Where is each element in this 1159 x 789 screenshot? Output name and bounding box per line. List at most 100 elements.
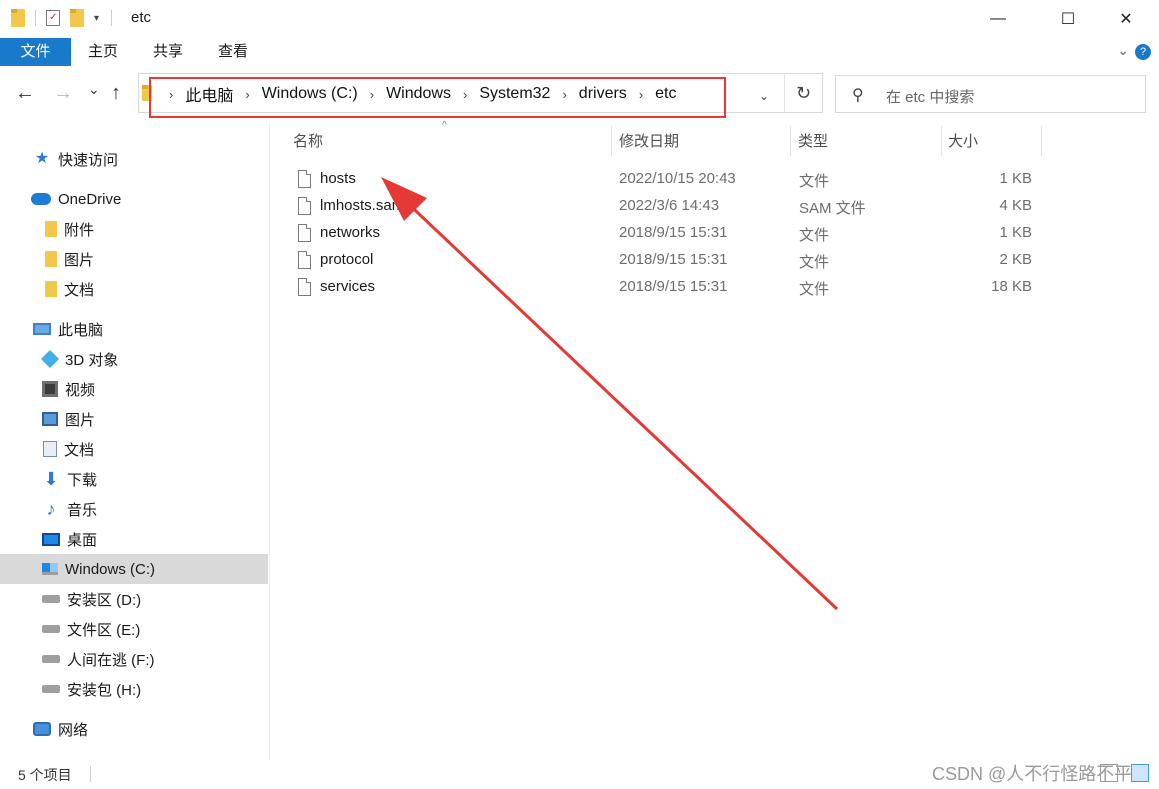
computer-icon	[33, 323, 51, 335]
sidebar-item-label: 网络	[58, 721, 89, 739]
column-header-type[interactable]: 类型	[798, 129, 828, 155]
minimize-button[interactable]: —	[975, 0, 1021, 38]
title-bar: ✓ ▾ etc — ☐ ✕	[0, 0, 1159, 38]
sidebar-item-drive-h[interactable]: 安装包 (H:)	[0, 674, 268, 704]
file-icon	[298, 170, 311, 188]
file-type: 文件	[799, 281, 830, 298]
star-icon: ★	[34, 150, 50, 167]
highlight-box	[149, 77, 726, 118]
sidebar-item-label: 3D 对象	[65, 351, 119, 369]
column-divider[interactable]	[790, 126, 791, 156]
column-header-size[interactable]: 大小	[948, 129, 978, 155]
sidebar-item-label: 视频	[65, 381, 96, 399]
sidebar-item-label: 文档	[64, 281, 95, 299]
column-header-name[interactable]: 名称	[293, 129, 323, 155]
file-list: ^ 名称 修改日期 类型 大小 hosts 2022/10/15 20:43 文…	[271, 120, 1159, 760]
recent-locations-button[interactable]: ⌄	[88, 81, 100, 98]
navigation-bar: ← → ⌄ ↑ › 此电脑 › Windows (C:) › Windows ›…	[0, 68, 1159, 122]
sidebar-item-label: 下载	[67, 471, 98, 489]
table-row[interactable]: lmhosts.sam 2022/3/6 14:43 SAM 文件 4 KB	[271, 193, 1159, 220]
close-button[interactable]: ✕	[1103, 0, 1149, 38]
file-icon	[298, 224, 311, 242]
network-icon	[33, 722, 51, 736]
sidebar-item-music[interactable]: ♪ 音乐	[0, 494, 268, 524]
column-divider[interactable]	[611, 126, 612, 156]
sidebar-item-this-pc[interactable]: 此电脑	[0, 314, 268, 344]
file-date: 2022/10/15 20:43	[619, 170, 736, 187]
sidebar-item-desktop[interactable]: 桌面	[0, 524, 268, 554]
drive-icon	[42, 625, 60, 633]
sidebar-item-drive-f[interactable]: 人间在逃 (F:)	[0, 644, 268, 674]
tab-file[interactable]: 文件	[0, 38, 71, 66]
up-button[interactable]: ↑	[111, 82, 121, 105]
sidebar-item-3d-objects[interactable]: 3D 对象	[0, 344, 268, 374]
sidebar-item-label: 图片	[64, 251, 95, 269]
file-date: 2022/3/6 14:43	[619, 197, 720, 214]
properties-icon[interactable]: ✓	[46, 10, 60, 26]
back-button[interactable]: ←	[15, 82, 35, 105]
ribbon-expand-icon[interactable]: ⌄	[1117, 42, 1129, 59]
sidebar-item-pictures[interactable]: 图片	[0, 404, 268, 434]
navigation-pane: ★ 快速访问 OneDrive 附件 图片 文档 此电脑 3D 对象 视频 图片…	[0, 122, 270, 760]
file-icon	[298, 278, 311, 296]
address-dropdown-icon[interactable]: ⌄	[759, 89, 769, 103]
file-name: lmhosts.sam	[320, 197, 405, 214]
search-input[interactable]: 在 etc 中搜索	[886, 86, 974, 107]
table-row[interactable]: services 2018/9/15 15:31 文件 18 KB	[271, 274, 1159, 301]
maximize-button[interactable]: ☐	[1045, 0, 1091, 38]
file-type: SAM 文件	[799, 200, 866, 217]
folder-icon	[11, 9, 25, 27]
separator	[35, 10, 36, 26]
sidebar-item-videos[interactable]: 视频	[0, 374, 268, 404]
sidebar-item-downloads[interactable]: ⬇ 下载	[0, 464, 268, 494]
sidebar-item-label: 安装包 (H:)	[67, 681, 142, 699]
item-count: 5 个项目	[18, 767, 72, 783]
help-icon[interactable]: ?	[1135, 44, 1151, 60]
ribbon-tabs: 文件 主页 共享 查看 ⌄ ?	[0, 38, 1159, 68]
new-folder-icon[interactable]	[70, 9, 84, 27]
video-icon	[42, 381, 58, 397]
column-divider[interactable]	[941, 126, 942, 156]
file-date: 2018/9/15 15:31	[619, 224, 728, 241]
file-name: services	[320, 278, 376, 295]
sidebar-item-label: 快速访问	[58, 151, 119, 169]
tab-view[interactable]: 查看	[210, 38, 256, 66]
file-type: 文件	[799, 227, 830, 244]
table-row[interactable]: networks 2018/9/15 15:31 文件 1 KB	[271, 220, 1159, 247]
file-size: 1 KB	[999, 224, 1032, 241]
separator	[111, 10, 113, 26]
file-name: protocol	[320, 251, 374, 268]
large-icons-view-icon[interactable]	[1131, 764, 1149, 782]
tab-home[interactable]: 主页	[80, 38, 126, 66]
sidebar-item-drive-e[interactable]: 文件区 (E:)	[0, 614, 268, 644]
column-divider[interactable]	[1041, 126, 1042, 156]
customize-toolbar-icon[interactable]: ▾	[94, 13, 99, 24]
sidebar-item-onedrive-pictures[interactable]: 图片	[0, 244, 268, 274]
refresh-button[interactable]: ↻	[784, 74, 822, 112]
table-row[interactable]: hosts 2022/10/15 20:43 文件 1 KB	[271, 166, 1159, 193]
sidebar-item-network[interactable]: 网络	[0, 714, 268, 744]
cloud-icon	[31, 193, 51, 205]
music-icon: ♪	[46, 499, 56, 519]
sidebar-item-drive-d[interactable]: 安装区 (D:)	[0, 584, 268, 614]
details-view-icon[interactable]	[1100, 764, 1118, 782]
quick-access-toolbar: ✓ ▾	[11, 9, 113, 27]
file-date: 2018/9/15 15:31	[619, 251, 728, 268]
sidebar-item-documents[interactable]: 文档	[0, 434, 268, 464]
sidebar-item-label: Windows (C:)	[65, 560, 156, 578]
sidebar-item-label: OneDrive	[58, 190, 122, 208]
sidebar-item-onedrive[interactable]: OneDrive	[0, 184, 268, 214]
sidebar-item-windows-c[interactable]: Windows (C:)	[0, 554, 268, 584]
sidebar-item-label: 图片	[65, 411, 96, 429]
column-header-date[interactable]: 修改日期	[619, 129, 679, 155]
windows-drive-icon	[42, 563, 58, 575]
sidebar-item-attachments[interactable]: 附件	[0, 214, 268, 244]
forward-button[interactable]: →	[53, 82, 73, 105]
sidebar-item-onedrive-documents[interactable]: 文档	[0, 274, 268, 304]
sidebar-item-quick-access[interactable]: ★ 快速访问	[0, 144, 268, 174]
sort-ascending-icon: ^	[442, 120, 447, 131]
tab-share[interactable]: 共享	[145, 38, 191, 66]
document-icon	[43, 441, 57, 457]
search-box[interactable]: ⚲ 在 etc 中搜索	[835, 75, 1146, 113]
table-row[interactable]: protocol 2018/9/15 15:31 文件 2 KB	[271, 247, 1159, 274]
